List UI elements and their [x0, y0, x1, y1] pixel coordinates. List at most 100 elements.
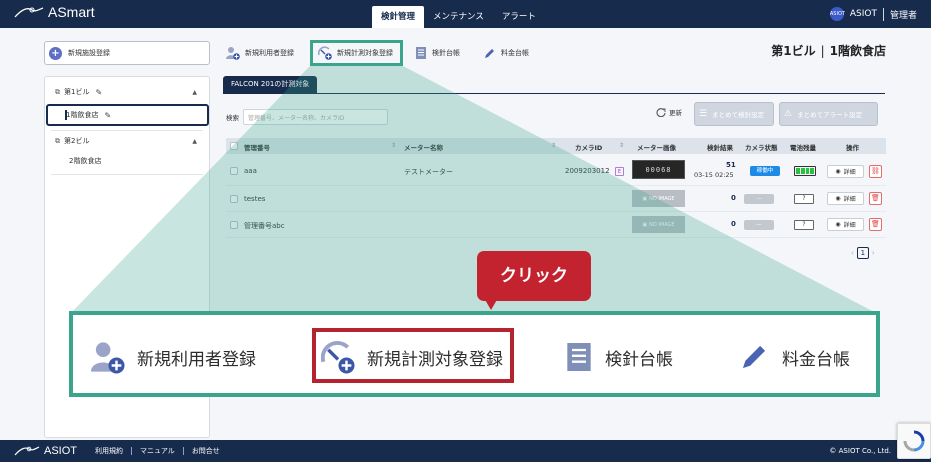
column-header: カメラ状態	[745, 144, 778, 152]
link-icon[interactable]: ⛓	[869, 165, 882, 178]
no-image-placeholder: ▣ NO IMAGE	[632, 216, 685, 233]
column-header: メーター画像	[637, 144, 676, 152]
camera-error-badge[interactable]: E	[615, 167, 624, 176]
column-header[interactable]: カメラID	[575, 142, 602, 152]
tab-maintenance[interactable]: メンテナンス	[424, 6, 493, 28]
eye-icon: ◉	[835, 168, 841, 175]
no-image-label: NO IMAGE	[649, 221, 675, 228]
camera-status-badge: —	[744, 194, 774, 204]
image-icon: ▣	[642, 221, 648, 228]
battery-unknown-icon: ?	[794, 220, 814, 230]
cell-result-value[interactable]: 0	[731, 194, 736, 202]
column-header: 検針結果	[707, 144, 733, 152]
page-current[interactable]: 1	[856, 247, 869, 259]
edit-pencil-icon[interactable]: ✎	[95, 88, 102, 97]
footer-logo[interactable]: ASIOT	[14, 445, 77, 457]
tree-building-label: 第2ビル	[64, 137, 90, 145]
column-header[interactable]: 管理番号	[244, 142, 270, 152]
select-all-checkbox[interactable]	[230, 142, 238, 150]
user-role[interactable]: 管理者	[890, 8, 917, 21]
refresh-button[interactable]: 更新	[656, 107, 682, 117]
inspection-ledger-button[interactable]: 検針台帳	[415, 44, 460, 62]
callout-tail	[484, 298, 498, 310]
logo-text: ASmart	[48, 4, 95, 20]
tab-inspection-management[interactable]: 検針管理	[372, 6, 425, 28]
chevron-left-icon[interactable]: ‹	[851, 249, 854, 257]
zoom-label: 新規利用者登録	[137, 349, 256, 370]
sort-icon[interactable]: ⇕	[551, 142, 556, 149]
tree-floor-label: 2階飲食店	[69, 157, 102, 165]
toolbar-label: 新規利用者登録	[245, 49, 294, 57]
sort-icon[interactable]: ⇕	[391, 142, 396, 149]
logo-wave-icon	[14, 7, 44, 18]
manual-link[interactable]: マニュアル	[131, 447, 183, 455]
trash-icon[interactable]: 🗑	[869, 192, 882, 205]
edit-pencil-icon[interactable]: ✎	[104, 111, 111, 120]
cell-camera-id: 2009203012	[565, 167, 610, 175]
pagination: ‹ 1 ›	[851, 247, 875, 259]
tab-alert[interactable]: アラート	[493, 6, 545, 28]
ledger-icon	[567, 343, 591, 371]
table-row[interactable]: 管理番号abc ▣ NO IMAGE 0 — ? ◉ 詳細 🗑	[226, 212, 886, 238]
bulk-inspection-settings-button[interactable]: ☰ まとめて検針設定	[694, 102, 774, 126]
main-tabs: 検針管理 メンテナンス アラート	[372, 6, 545, 28]
app-logo[interactable]: ASmart	[14, 4, 95, 20]
zoom-new-user-register: 新規利用者登録	[91, 340, 256, 374]
tree-floor-selected[interactable]: 1階飲食店 ✎	[46, 104, 209, 126]
detail-button[interactable]: ◉ 詳細	[827, 192, 864, 205]
column-header[interactable]: メーター名称	[404, 142, 443, 152]
recaptcha-badge[interactable]	[897, 423, 931, 459]
fee-ledger-button[interactable]: 料金台帳	[483, 44, 529, 62]
chevron-right-icon[interactable]: ›	[872, 249, 875, 257]
alarm-icon: ⚠	[784, 109, 793, 119]
camera-status-badge: 稼働中	[750, 166, 780, 176]
contact-link[interactable]: お問合せ	[182, 447, 228, 455]
cell-id: aaa	[244, 167, 257, 175]
terms-link[interactable]: 利用規約	[87, 447, 131, 455]
tree-building-2[interactable]: ⧉ 第2ビル ▲	[45, 131, 209, 151]
building-icon: ⧉	[55, 87, 60, 96]
chevron-up-icon[interactable]: ▲	[192, 138, 197, 145]
cell-id: 管理番号abc	[244, 222, 285, 230]
user-plus-icon	[91, 342, 125, 374]
detail-label: 詳細	[843, 196, 856, 203]
toolbar-label: 検針台帳	[432, 49, 460, 57]
meter-image-thumbnail[interactable]: 00068	[632, 160, 685, 179]
title-separator: |	[820, 44, 825, 58]
detail-button[interactable]: ◉ 詳細	[827, 165, 864, 178]
cell-result-value[interactable]: 0	[731, 220, 736, 228]
detail-button[interactable]: ◉ 詳細	[827, 218, 864, 231]
meter-target-tab[interactable]: FALCON 201の計測対象	[223, 76, 318, 93]
row-checkbox[interactable]	[230, 221, 238, 229]
recaptcha-icon	[903, 430, 925, 452]
cell-result-value[interactable]: 51	[726, 161, 736, 169]
cell-id: testes	[244, 195, 266, 203]
refresh-icon	[656, 108, 666, 117]
tree-divider	[51, 174, 203, 175]
company-name: ASIOT	[849, 9, 877, 19]
title-floor: 1階飲食店	[829, 44, 886, 58]
tree-building-1[interactable]: ⧉ 第1ビル ✎ ▲	[45, 82, 209, 102]
new-user-register-button[interactable]: 新規利用者登録	[226, 44, 294, 62]
top-bar: ASmart 検針管理 メンテナンス アラート ASIOT ASIOT 管理者	[0, 0, 931, 28]
table-row[interactable]: testes ▣ NO IMAGE 0 — ? ◉ 詳細 🗑	[226, 186, 886, 212]
new-facility-button[interactable]: + 新規施設登録	[44, 41, 210, 65]
row-checkbox[interactable]	[230, 167, 238, 175]
row-checkbox[interactable]	[230, 195, 238, 203]
cell-result-date: 03-15 02:25	[694, 171, 734, 179]
zoom-callout-box: 新規利用者登録 新規計測対象登録 検針台帳 料金台帳	[69, 311, 880, 397]
bulk-alert-label: まとめてアラート設定	[797, 111, 863, 119]
search-input[interactable]: 管理番号、メーター名称、カメラID	[243, 109, 388, 125]
cell-meter-name: テストメーター	[404, 168, 453, 176]
trash-icon[interactable]: 🗑	[869, 218, 882, 231]
tab-underline	[223, 93, 885, 94]
chevron-up-icon[interactable]: ▲	[192, 89, 197, 96]
no-image-placeholder: ▣ NO IMAGE	[632, 190, 685, 207]
camera-status-badge: —	[744, 220, 774, 230]
user-plus-icon	[226, 47, 240, 60]
table-row[interactable]: aaa テストメーター 2009203012 E 00068 51 03-15 …	[226, 157, 886, 186]
search-label: 検索	[226, 114, 239, 122]
sort-icon[interactable]: ⇕	[619, 142, 624, 149]
tree-floor-2[interactable]: 2階飲食店	[45, 151, 209, 171]
bulk-alert-settings-button[interactable]: ⚠ まとめてアラート設定	[779, 102, 878, 126]
